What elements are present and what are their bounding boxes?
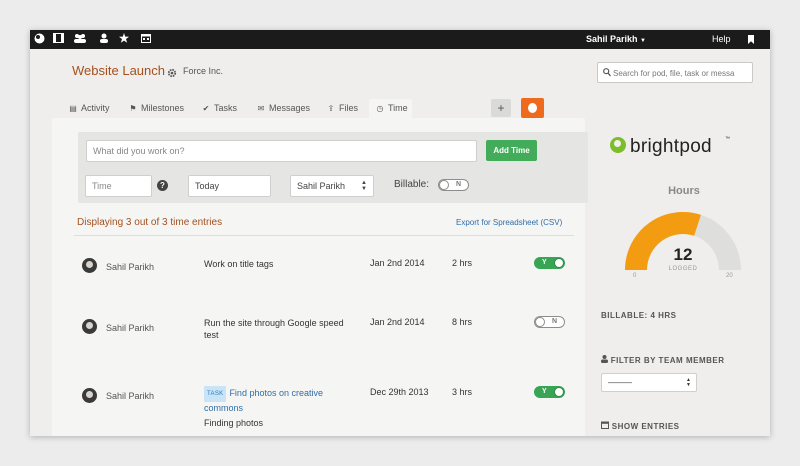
brightpod-icon[interactable] — [33, 33, 45, 46]
search-input[interactable] — [613, 66, 749, 80]
toggle-knob — [554, 258, 564, 268]
bookmark-icon[interactable] — [748, 35, 754, 44]
date-input[interactable]: Today — [188, 175, 271, 197]
plus-icon: + — [497, 101, 505, 115]
toggle-label: N — [551, 318, 557, 325]
upload-icon: ⇪ — [327, 104, 335, 113]
task-badge: TASK — [204, 386, 227, 402]
row-date: Dec 29th 2013 — [370, 387, 429, 397]
tab-milestones[interactable]: ⚑ Milestones — [128, 99, 188, 118]
brightpod-logo-text: brightpod — [630, 136, 712, 157]
select-arrows-icon: ▲ ▼ — [361, 180, 367, 192]
toggle-label: N — [455, 181, 461, 188]
row-hours: 2 hrs — [452, 258, 473, 268]
row-description: Run the site through Google speed test — [204, 318, 344, 340]
toggle-knob — [439, 180, 449, 190]
row-task: TASK Find photos on creative commons — [204, 386, 364, 414]
add-time-button[interactable]: Add Time — [486, 140, 537, 161]
calendar-icon[interactable] — [140, 33, 152, 46]
add-button[interactable]: + — [491, 99, 511, 117]
hours-title: Hours — [668, 185, 700, 197]
envelope-icon: ✉ — [257, 104, 265, 113]
export-csv-link[interactable]: Export for Spreadsheet (CSV) — [456, 218, 562, 227]
brightpod-icon — [528, 103, 537, 113]
top-bar: Sahil Parikh ▼ Help — [30, 30, 770, 49]
row-date: Jan 2nd 2014 — [370, 258, 425, 268]
toggle-label: Y — [542, 388, 547, 395]
row-user-name: Sahil Parikh — [106, 262, 155, 272]
toggle-knob — [535, 317, 545, 327]
row-billable-toggle[interactable]: Y — [534, 257, 565, 269]
gauge-max-label: 20 — [726, 273, 733, 279]
tab-time[interactable]: ◷ Time — [369, 99, 412, 118]
row-user-name: Sahil Parikh — [106, 391, 155, 401]
time-input[interactable]: Time — [85, 175, 152, 197]
entries-summary: Displaying 3 out of 3 time entries — [77, 217, 223, 228]
billable-toggle[interactable]: N — [438, 179, 469, 191]
team-member-select[interactable]: ——— ▲ ▼ — [601, 373, 697, 392]
help-question-icon[interactable]: ? — [157, 180, 168, 191]
gear-icon[interactable] — [167, 65, 177, 78]
filter-title: FILTER BY TEAM MEMBER — [601, 355, 725, 365]
row-hours: 8 hrs — [452, 317, 473, 327]
select-arrows-icon: ▲ ▼ — [686, 377, 691, 388]
row-description: Finding photos — [204, 418, 264, 428]
work-description-input[interactable]: What did you work on? — [86, 140, 477, 162]
tab-activity[interactable]: ▤ Activity — [68, 99, 116, 118]
company-name: Force Inc. — [183, 66, 224, 76]
avatar — [82, 258, 97, 273]
caret-down-icon: ▼ — [640, 38, 646, 44]
tab-files[interactable]: ⇪ Files — [326, 99, 360, 118]
tab-messages[interactable]: ✉ Messages — [256, 99, 312, 118]
clock-icon: ◷ — [376, 104, 384, 113]
calendar-icon — [601, 421, 612, 431]
row-billable-toggle[interactable]: Y — [534, 386, 565, 398]
hours-logged-value: 12 — [673, 245, 693, 264]
search-icon — [603, 68, 611, 77]
user-select[interactable]: Sahil Parikh ▲ ▼ — [290, 175, 374, 197]
search-box — [597, 62, 753, 83]
star-icon[interactable] — [118, 33, 130, 46]
film-icon[interactable] — [52, 33, 64, 46]
help-link[interactable]: Help — [712, 30, 731, 49]
flag-icon: ⚑ — [129, 104, 137, 113]
check-icon: ✔ — [202, 104, 210, 113]
app-window: Sahil Parikh ▼ Help Website Launch Force… — [30, 30, 770, 436]
row-date: Jan 2nd 2014 — [370, 317, 425, 327]
row-billable-toggle[interactable]: N — [534, 316, 565, 328]
user-menu[interactable]: Sahil Parikh ▼ — [586, 30, 646, 49]
show-entries[interactable]: SHOW ENTRIES — [601, 421, 680, 431]
brightpod-logo-icon — [610, 137, 626, 153]
activity-icon: ▤ — [69, 104, 77, 113]
divider — [74, 235, 574, 236]
toggle-label: Y — [542, 259, 547, 266]
billable-label: Billable: — [394, 179, 430, 190]
tab-tasks[interactable]: ✔ Tasks — [201, 99, 241, 118]
brightpod-orange-button[interactable] — [521, 98, 544, 118]
avatar — [82, 388, 97, 403]
row-user-name: Sahil Parikh — [106, 323, 155, 333]
toggle-knob — [554, 387, 564, 397]
avatar — [82, 319, 97, 334]
billable-summary: BILLABLE: 4 HRS — [601, 311, 677, 320]
gauge-min-label: 0 — [633, 273, 637, 279]
user-icon — [601, 355, 611, 365]
logged-label: LOGGED — [668, 266, 698, 272]
trademark: ™ — [725, 136, 730, 142]
row-hours: 3 hrs — [452, 387, 473, 397]
users-icon[interactable] — [74, 33, 86, 46]
page-title: Website Launch — [72, 63, 165, 78]
user-icon[interactable] — [98, 33, 110, 46]
row-description: Work on title tags — [204, 259, 274, 269]
